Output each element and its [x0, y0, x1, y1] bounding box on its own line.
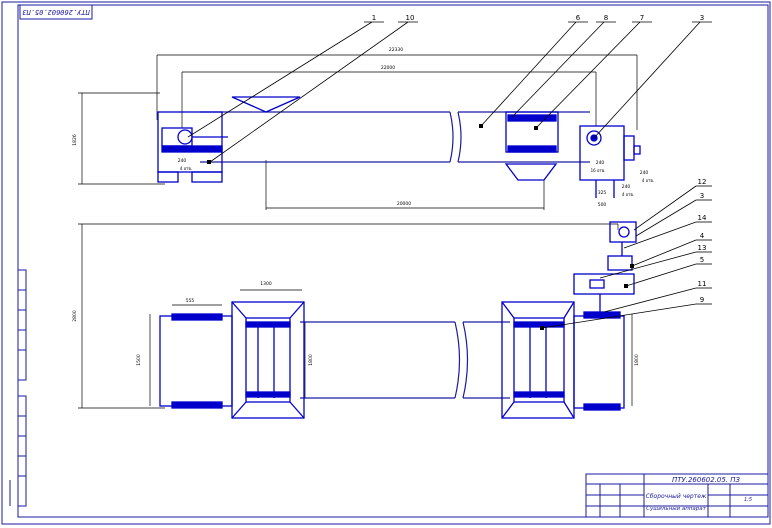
dim-4otv-right: 4 отв. [642, 178, 654, 183]
dim-1500: 1500 [136, 354, 142, 366]
callout-6: 6 [576, 14, 581, 22]
dim-4otv-right2: 4 отв. [622, 192, 634, 197]
dim-240-ra: 240 [596, 160, 605, 166]
callout-8: 8 [604, 14, 608, 22]
inner-frame [17, 4, 769, 518]
dim-2800: 2800 [72, 310, 78, 322]
dim-4otv-left: 4 отв. [180, 166, 192, 171]
dim-240-rc: 240 [622, 184, 631, 190]
callout-5: 5 [700, 256, 704, 264]
callout-3: 3 [700, 14, 704, 22]
callout-3b: 3 [700, 192, 704, 200]
rotated-code-box: ПТУ.260602.05.ПЗ [19, 4, 93, 20]
dim-1800-mid: 1800 [308, 354, 314, 366]
rotated-code-text: ПТУ.260602.05.ПЗ [22, 8, 90, 16]
callout-11: 11 [698, 280, 707, 288]
title-block-title-1: Сборочный чертеж [646, 493, 707, 500]
title-block-title-2: Сушильный аппарат [646, 506, 707, 512]
text-layer: 1 10 6 8 7 3 12 3 14 4 13 5 11 9 22330 22000 20000 1826 24… [72, 14, 752, 512]
dim-555: 555 [186, 298, 195, 304]
dim-240-left: 240 [178, 158, 187, 164]
callout-13: 13 [698, 244, 707, 252]
dim-22000: 22000 [381, 65, 395, 71]
title-block-code: ПТУ.260602.05. ПЗ [672, 476, 741, 484]
dim-16otv: 16 отв. [591, 168, 606, 173]
callout-1: 1 [372, 14, 376, 22]
callout-9: 9 [700, 296, 704, 304]
dim-1826: 1826 [72, 134, 78, 146]
dim-500: 500 [598, 202, 607, 208]
callout-4: 4 [700, 232, 705, 240]
drawing-sheet: ПТУ.260602.05.ПЗ 1 10 6 8 7 312314413511… [1, 1, 771, 525]
dim-22330: 22330 [389, 47, 403, 53]
callout-12: 12 [698, 178, 707, 186]
dim-20000: 20000 [397, 201, 411, 207]
bottom-view [78, 185, 712, 419]
dim-240-rb: 240 [640, 170, 649, 176]
dim-1300: 1300 [260, 281, 272, 287]
callout-14: 14 [698, 214, 707, 222]
title-block-sheet: 1:5 [744, 497, 752, 503]
callout-7: 7 [640, 14, 644, 22]
dim-1800-right: 1800 [634, 354, 640, 366]
dim-325: 325 [598, 190, 607, 196]
callout-10: 10 [406, 14, 415, 22]
